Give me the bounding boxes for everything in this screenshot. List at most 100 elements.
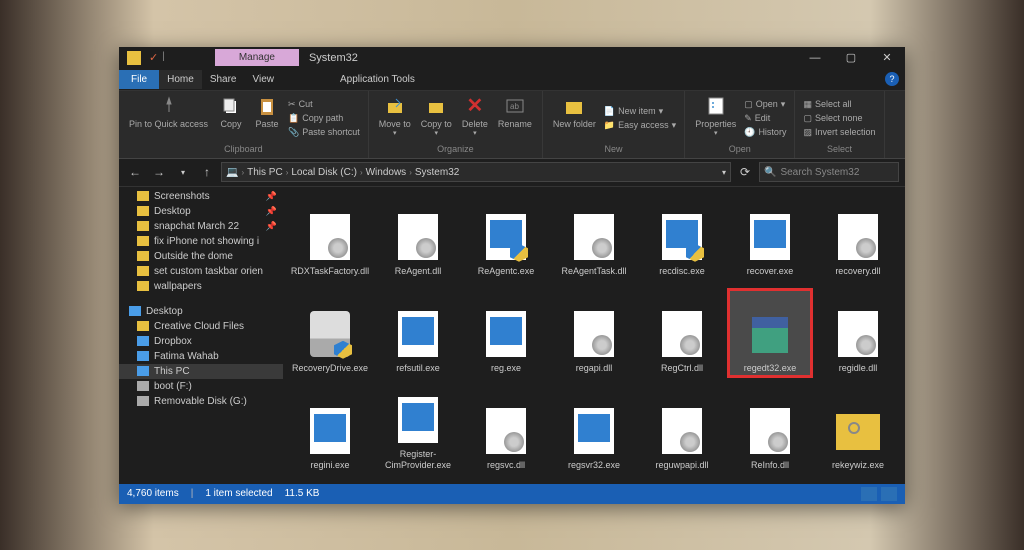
file-item[interactable]: recdisc.exe bbox=[639, 191, 725, 281]
contextual-tab[interactable]: Manage bbox=[215, 49, 299, 66]
close-button[interactable]: ✕ bbox=[869, 47, 905, 69]
file-item[interactable]: regsvc.dll bbox=[463, 385, 549, 475]
menu-share[interactable]: Share bbox=[202, 70, 245, 89]
folder-key-icon bbox=[836, 414, 880, 450]
details-view-icon[interactable] bbox=[861, 487, 877, 501]
large-icons-view-icon[interactable] bbox=[881, 487, 897, 501]
sidebar-item[interactable]: This PC bbox=[119, 364, 283, 379]
nav-recent-button[interactable]: ▾ bbox=[173, 162, 193, 182]
file-label: reg.exe bbox=[491, 363, 521, 374]
pc-icon: 💻 bbox=[226, 167, 238, 178]
sidebar-quick-item[interactable]: snapchat March 22📌 bbox=[119, 219, 283, 234]
invert-selection-button[interactable]: ▨ Invert selection bbox=[801, 126, 877, 139]
file-label: regedt32.exe bbox=[744, 363, 797, 374]
file-item[interactable]: RDXTaskFactory.dll bbox=[287, 191, 373, 281]
maximize-button[interactable]: ▢ bbox=[833, 47, 869, 69]
file-item[interactable]: refsutil.exe bbox=[375, 288, 461, 378]
pin-quick-access-button[interactable]: Pin to Quick access bbox=[125, 93, 212, 144]
crumb-3[interactable]: System32 bbox=[415, 167, 459, 178]
file-item[interactable]: ReAgentTask.dll bbox=[551, 191, 637, 281]
breadcrumb[interactable]: 💻 › This PC› Local Disk (C:)› Windows› S… bbox=[221, 162, 731, 182]
file-item[interactable]: rekeywiz.exe bbox=[815, 385, 901, 475]
refresh-button[interactable]: ⟳ bbox=[735, 162, 755, 182]
sidebar-item[interactable]: Creative Cloud Files bbox=[119, 319, 283, 334]
new-folder-button[interactable]: New folder bbox=[549, 93, 600, 144]
file-item[interactable]: recover.exe bbox=[727, 191, 813, 281]
minimize-button[interactable]: — bbox=[797, 47, 833, 69]
copy-path-button[interactable]: 📋 Copy path bbox=[286, 112, 362, 125]
sidebar-item[interactable]: Removable Disk (G:) bbox=[119, 394, 283, 409]
sidebar-quick-item[interactable]: wallpapers bbox=[119, 279, 283, 294]
nav-back-button[interactable]: ← bbox=[125, 162, 145, 182]
file-item[interactable]: ReAgentc.exe bbox=[463, 191, 549, 281]
properties-button[interactable]: Properties ▾ bbox=[691, 93, 740, 144]
sidebar-item[interactable]: boot (F:) bbox=[119, 379, 283, 394]
history-button[interactable]: 🕘 History bbox=[742, 126, 788, 139]
open-button[interactable]: ▢ Open ▾ bbox=[742, 98, 788, 111]
dll-icon bbox=[750, 408, 790, 454]
file-item[interactable]: regini.exe bbox=[287, 385, 373, 475]
sidebar-quick-item[interactable]: Outside the dome bbox=[119, 249, 283, 264]
help-icon[interactable]: ? bbox=[885, 72, 899, 86]
sidebar-quick-item[interactable]: Screenshots📌 bbox=[119, 189, 283, 204]
file-item[interactable]: regedt32.exe bbox=[727, 288, 813, 378]
file-item[interactable]: regsvr32.exe bbox=[551, 385, 637, 475]
file-item[interactable]: regidle.dll bbox=[815, 288, 901, 378]
file-item[interactable]: reguwpapi.dll bbox=[639, 385, 725, 475]
menu-view[interactable]: View bbox=[245, 70, 283, 89]
sidebar-quick-item[interactable]: set custom taskbar orien bbox=[119, 264, 283, 279]
file-item[interactable]: RecoveryDrive.exe bbox=[287, 288, 373, 378]
ribbon-new: New folder 📄 New item ▾ 📁 Easy access ▾ … bbox=[543, 91, 685, 158]
qat: ✓ | bbox=[119, 51, 165, 65]
easy-access-button[interactable]: 📁 Easy access ▾ bbox=[602, 119, 678, 132]
rename-button[interactable]: abRename bbox=[494, 93, 536, 144]
move-to-button[interactable]: Move to ▾ bbox=[375, 93, 415, 144]
delete-button[interactable]: ✕Delete ▾ bbox=[458, 93, 492, 144]
statusbar: 4,760 items | 1 item selected 11.5 KB bbox=[119, 484, 905, 504]
folder-icon bbox=[137, 191, 149, 201]
file-item[interactable]: Register-CimProvider.exe bbox=[375, 385, 461, 475]
file-label: regidle.dll bbox=[839, 363, 878, 374]
ribbon-select: ▦ Select all ▢ Select none ▨ Invert sele… bbox=[795, 91, 884, 158]
exe-icon bbox=[750, 214, 790, 260]
menu-home[interactable]: Home bbox=[159, 70, 202, 89]
select-all-button[interactable]: ▦ Select all bbox=[801, 98, 877, 111]
edit-button[interactable]: ✎ Edit bbox=[742, 112, 788, 125]
copy-button[interactable]: Copy bbox=[214, 93, 248, 144]
paste-shortcut-button[interactable]: 📎 Paste shortcut bbox=[286, 126, 362, 139]
crumb-2[interactable]: Windows bbox=[366, 167, 407, 178]
nav-forward-button[interactable]: → bbox=[149, 162, 169, 182]
file-label: ReAgentTask.dll bbox=[561, 266, 626, 277]
menu-app-tools[interactable]: Application Tools bbox=[332, 70, 423, 89]
crumb-0[interactable]: This PC bbox=[247, 167, 283, 178]
file-item[interactable]: RegCtrl.dll bbox=[639, 288, 725, 378]
sidebar-desktop[interactable]: Desktop bbox=[119, 304, 283, 319]
crumb-dropdown-icon[interactable]: ▾ bbox=[722, 168, 726, 177]
search-input[interactable]: 🔍 Search System32 bbox=[759, 162, 899, 182]
qat-check-icon[interactable]: ✓ bbox=[149, 51, 158, 65]
nav-up-button[interactable]: ↑ bbox=[197, 162, 217, 182]
drive-icon bbox=[137, 381, 149, 391]
menu-file[interactable]: File bbox=[119, 70, 159, 89]
desktop-icon bbox=[129, 306, 141, 316]
crumb-1[interactable]: Local Disk (C:) bbox=[291, 167, 357, 178]
select-none-button[interactable]: ▢ Select none bbox=[801, 112, 877, 125]
sidebar-quick-item[interactable]: Desktop📌 bbox=[119, 204, 283, 219]
sidebar-quick-item[interactable]: fix iPhone not showing i bbox=[119, 234, 283, 249]
window-controls: — ▢ ✕ bbox=[797, 47, 905, 69]
dll-icon bbox=[398, 214, 438, 260]
sidebar-item[interactable]: Fatima Wahab bbox=[119, 349, 283, 364]
paste-button[interactable]: Paste bbox=[250, 93, 284, 144]
file-item[interactable]: ReInfo.dll bbox=[727, 385, 813, 475]
file-item[interactable]: reg.exe bbox=[463, 288, 549, 378]
copy-to-button[interactable]: Copy to ▾ bbox=[417, 93, 456, 144]
file-item[interactable]: recovery.dll bbox=[815, 191, 901, 281]
file-item[interactable]: ReAgent.dll bbox=[375, 191, 461, 281]
folder-icon bbox=[137, 221, 149, 231]
ribbon-clipboard: Pin to Quick access Copy Paste ✂ Cut 📋 C… bbox=[119, 91, 369, 158]
file-item[interactable]: regapi.dll bbox=[551, 288, 637, 378]
file-label: ReAgentc.exe bbox=[478, 266, 535, 277]
cut-button[interactable]: ✂ Cut bbox=[286, 98, 362, 111]
sidebar-item[interactable]: Dropbox bbox=[119, 334, 283, 349]
new-item-button[interactable]: 📄 New item ▾ bbox=[602, 105, 678, 118]
